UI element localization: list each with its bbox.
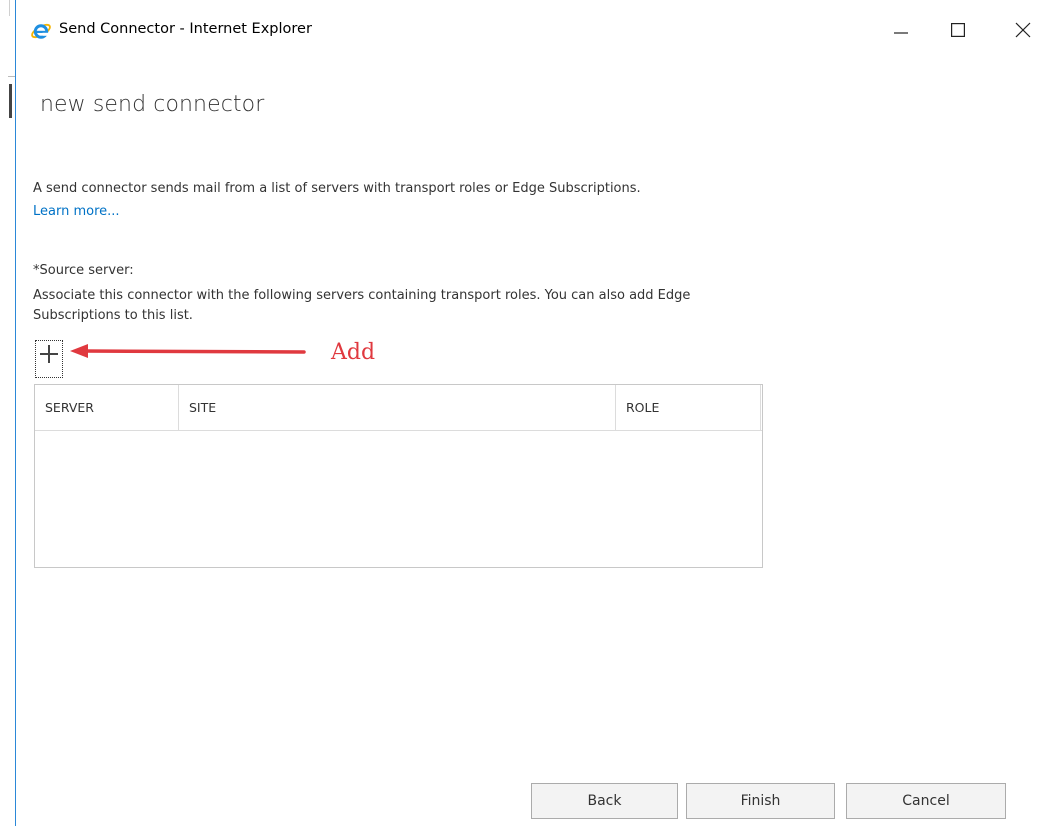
browser-window: Send Connector - Internet Explorer new s…	[0, 0, 1061, 826]
title-bar[interactable]: Send Connector - Internet Explorer	[16, 8, 1061, 54]
minimize-icon	[894, 32, 908, 34]
internet-explorer-icon	[30, 20, 52, 42]
window-title: Send Connector - Internet Explorer	[59, 21, 312, 37]
finish-button[interactable]: Finish	[686, 783, 835, 819]
minimize-button[interactable]	[878, 8, 924, 52]
annotation-arrow	[70, 344, 306, 358]
source-server-label: *Source server:	[33, 263, 134, 278]
column-header-role[interactable]: ROLE	[616, 385, 761, 430]
maximize-icon	[951, 23, 965, 37]
close-button[interactable]	[1000, 8, 1046, 52]
connector-description: A send connector sends mail from a list …	[33, 181, 641, 196]
back-button[interactable]: Back	[531, 783, 678, 819]
cancel-button[interactable]: Cancel	[846, 783, 1006, 819]
window-left-border	[15, 0, 16, 826]
maximize-button[interactable]	[935, 8, 981, 52]
column-header-site[interactable]: SITE	[179, 385, 616, 430]
background-window-stub	[9, 84, 12, 118]
column-header-server[interactable]: SERVER	[35, 385, 179, 430]
add-server-button[interactable]	[35, 340, 63, 378]
server-table: SERVER SITE ROLE	[34, 384, 763, 568]
table-body[interactable]	[35, 431, 762, 567]
background-window-tick	[8, 76, 15, 77]
source-server-description: Associate this connector with the follow…	[33, 288, 691, 323]
page-title: new send connector	[40, 92, 265, 117]
close-icon	[1015, 22, 1031, 38]
table-header: SERVER SITE ROLE	[35, 385, 762, 431]
learn-more-link[interactable]: Learn more...	[33, 204, 120, 219]
annotation-label: Add	[331, 340, 376, 365]
